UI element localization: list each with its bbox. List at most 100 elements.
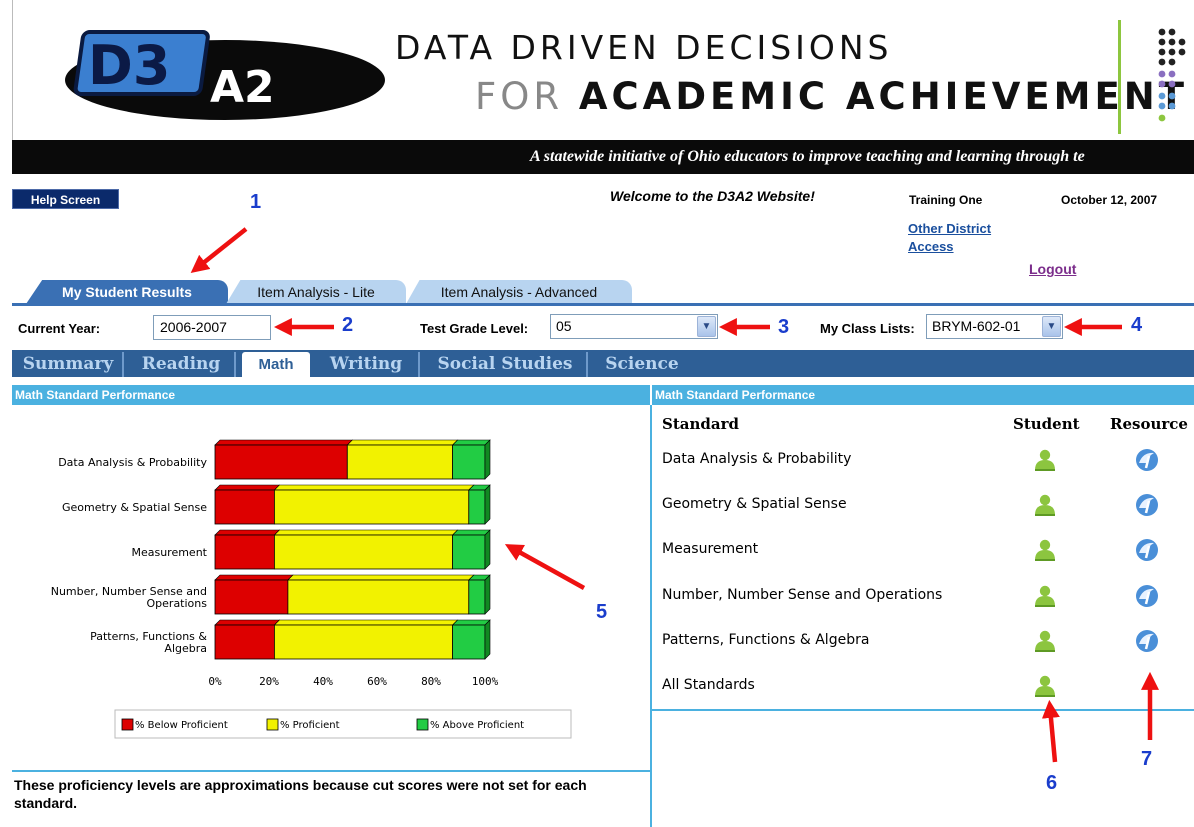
standard-performance-chart: Data Analysis & Probability Geometry & Sp…	[51, 439, 572, 739]
chart-bar-top	[451, 529, 491, 536]
standard-row-label: Patterns, Functions & Algebra	[662, 632, 870, 648]
tab-science[interactable]: Science	[594, 352, 690, 377]
site-title-bold: ACADEMIC ACHIEVEMENT	[578, 75, 1188, 118]
legend-swatch	[416, 718, 429, 731]
logo-sub-text: A2	[210, 62, 275, 113]
test-grade-level-label: Test Grade Level:	[420, 321, 529, 336]
tab-underline	[12, 303, 1194, 306]
legend-swatch	[266, 718, 279, 731]
chart-bar	[468, 579, 486, 615]
chart-bar	[452, 624, 486, 660]
annotation-number-1: 1	[250, 191, 262, 213]
chart-bar-top	[214, 439, 354, 446]
chart-category-label: Geometry & Spatial Sense	[62, 501, 207, 514]
chart-bar	[468, 489, 486, 525]
logo-main-text: D3	[88, 34, 170, 97]
chart-bar	[273, 534, 453, 570]
annotation-number-5: 5	[596, 601, 608, 623]
tab-my-student-results[interactable]: My Student Results	[26, 280, 228, 304]
student-icon[interactable]	[1032, 585, 1058, 607]
chart-category-label: Measurement	[131, 546, 207, 559]
chart-bar-top	[273, 529, 459, 536]
test-grade-level-select[interactable]: 05 ▼	[550, 314, 718, 339]
chart-bar-top	[273, 619, 459, 626]
legend-swatch	[121, 718, 134, 731]
chart-bar	[273, 624, 453, 660]
resource-icon[interactable]	[1133, 537, 1161, 563]
resource-icon[interactable]	[1133, 583, 1161, 609]
tab-item-analysis-advanced[interactable]: Item Analysis - Advanced	[406, 280, 632, 304]
column-header-student: Student	[1013, 415, 1080, 433]
tab-writing[interactable]: Writing	[314, 352, 420, 377]
chevron-down-icon[interactable]: ▼	[697, 316, 716, 337]
chart-bar	[214, 444, 348, 480]
chart-bar	[214, 624, 275, 660]
standard-row-label: Data Analysis & Probability	[662, 451, 852, 467]
student-icon[interactable]	[1032, 630, 1058, 652]
resource-icon[interactable]	[1133, 492, 1161, 518]
annotation-arrow-6	[1041, 699, 1060, 763]
annotation-arrow-1	[190, 227, 248, 274]
column-header-resource: Resource	[1110, 415, 1188, 433]
chart-bar-top	[451, 439, 491, 446]
proficiency-note: These proficiency levels are approximati…	[14, 777, 587, 811]
welcome-message: Welcome to the D3A2 Website!	[610, 188, 815, 204]
site-title-line2: FOR ACADEMIC ACHIEVEMENT	[475, 75, 1188, 118]
chart-tick-label: 20%	[259, 675, 279, 688]
chart-bar-top	[287, 574, 475, 581]
dots-logo-icon	[1158, 28, 1186, 122]
chart-bar-top	[451, 619, 491, 626]
tab-social-studies[interactable]: Social Studies	[424, 352, 588, 377]
tab-summary[interactable]: Summary	[14, 352, 124, 377]
current-year-input[interactable]: 2006-2007	[153, 315, 271, 340]
resource-icon[interactable]	[1133, 447, 1161, 473]
student-icon[interactable]	[1032, 449, 1058, 471]
chart-bar	[214, 579, 289, 615]
chart-bar	[346, 444, 453, 480]
student-icon[interactable]	[1032, 539, 1058, 561]
standard-row-label: Geometry & Spatial Sense	[662, 496, 847, 512]
logout-link[interactable]: Logout	[1029, 261, 1076, 277]
site-title-light: FOR	[475, 75, 564, 118]
student-icon[interactable]	[1032, 494, 1058, 516]
chart-tick-label: 100%	[472, 675, 499, 688]
header-divider	[1118, 20, 1121, 134]
chart-bar-top	[214, 574, 294, 581]
chart-category-label: Data Analysis & Probability	[58, 456, 207, 469]
tagline-band: A statewide initiative of Ohio educators…	[12, 140, 1194, 174]
tab-reading[interactable]: Reading	[128, 352, 236, 377]
chart-bar	[214, 534, 275, 570]
help-screen-button[interactable]: Help Screen	[12, 189, 119, 209]
d3a2-logo[interactable]: D3 A2	[60, 22, 390, 122]
panel-divider	[12, 770, 652, 772]
class-list-select[interactable]: BRYM-602-01 ▼	[926, 314, 1063, 339]
annotation-number-4: 4	[1131, 314, 1143, 336]
chart-tick-label: 60%	[367, 675, 387, 688]
current-date: October 12, 2007	[1061, 193, 1158, 207]
chart-bar-side	[484, 484, 491, 525]
tab-item-analysis-lite[interactable]: Item Analysis - Lite	[226, 280, 406, 304]
my-class-lists-label: My Class Lists:	[820, 321, 915, 336]
legend-label: % Proficient	[280, 720, 340, 731]
resource-icon[interactable]	[1133, 628, 1161, 654]
current-year-label: Current Year:	[18, 321, 101, 336]
legend-label: % Below Proficient	[135, 720, 228, 731]
chart-category-label: Operations	[147, 597, 208, 610]
annotation-number-3: 3	[778, 316, 790, 338]
chart-bar-top	[273, 484, 475, 491]
chart-tick-label: 40%	[313, 675, 333, 688]
chart-bar-top	[214, 484, 281, 491]
tagline-text: A statewide initiative of Ohio educators…	[530, 148, 1085, 165]
annotation-number-7: 7	[1141, 748, 1153, 770]
student-icon[interactable]	[1032, 675, 1058, 697]
user-name: Training One	[909, 193, 983, 207]
tab-math[interactable]: Math	[242, 352, 310, 377]
left-panel-heading: Math Standard Performance	[12, 385, 650, 405]
chart-bar-top	[214, 619, 281, 626]
standard-row-label: Measurement	[662, 541, 759, 557]
chevron-down-icon[interactable]: ▼	[1042, 316, 1061, 337]
chart-tick-label: 0%	[208, 675, 222, 688]
other-district-access-link[interactable]: Other District Access	[908, 220, 1018, 256]
chart-bar	[214, 489, 275, 525]
chart-bar	[287, 579, 470, 615]
